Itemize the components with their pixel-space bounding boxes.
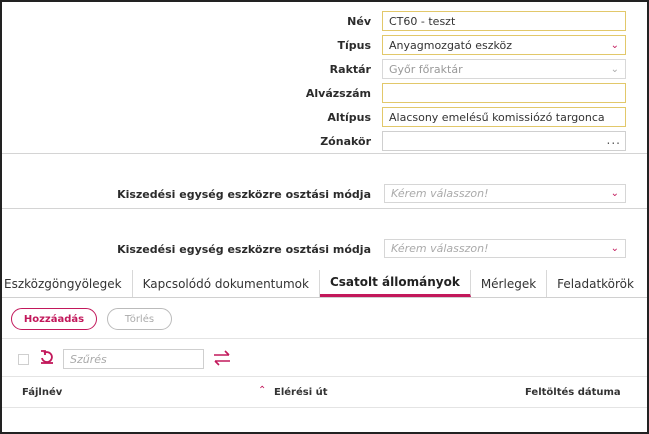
filter-input[interactable]: Szűrés [63, 349, 204, 369]
raktar-select: Győr főraktár ⌄ [382, 59, 626, 79]
column-header-eleresi-ut[interactable]: Elérési út [274, 387, 328, 398]
tipus-value: Anyagmozgató eszköz [389, 38, 512, 52]
delete-button[interactable]: Törlés [107, 308, 172, 330]
chevron-down-icon: ⌄ [610, 64, 619, 75]
add-button[interactable]: Hozzáadás [11, 308, 97, 330]
tab-merlegek[interactable]: Mérlegek [471, 270, 548, 297]
more-dots-icon[interactable]: ... [607, 133, 621, 147]
sort-asc-icon[interactable]: ⌃ [258, 385, 266, 396]
alvazszam-label: Alvázszám [305, 87, 371, 100]
kiszedesi-select-1[interactable]: Kérem válasszon! ⌄ [384, 184, 626, 203]
kiszedesi-placeholder-1: Kérem válasszon! [391, 187, 489, 200]
kiszedesi-placeholder-2: Kérem válasszon! [391, 242, 489, 255]
raktar-label: Raktár [329, 63, 371, 76]
chevron-down-icon: ⌄ [610, 243, 619, 254]
filter-placeholder: Szűrés [70, 352, 107, 366]
column-header-feltoltes-datuma[interactable]: Feltöltés dátuma [525, 387, 621, 398]
tab-bar: Eszközgöngyölegek Kapcsolódó dokumentumo… [2, 270, 647, 298]
tipus-label: Típus [337, 39, 371, 52]
table-header: Fájlnév ⌃ Elérési út Feltöltés dátuma [2, 376, 647, 408]
swap-icon[interactable] [212, 350, 232, 366]
kiszedesi-label-2: Kiszedési egység eszközre osztási módja [117, 243, 371, 256]
divider [2, 338, 647, 339]
altipus-field[interactable]: Alacsony emelésű komissiózó targonca [382, 107, 626, 127]
refresh-icon[interactable] [39, 349, 55, 365]
tab-eszkozgongyolegek[interactable]: Eszközgöngyölegek [2, 270, 133, 297]
kiszedesi-select-2[interactable]: Kérem válasszon! ⌄ [384, 239, 626, 258]
zonakor-field[interactable]: ... [382, 131, 626, 151]
column-header-fajlnev[interactable]: Fájlnév [22, 387, 62, 398]
nev-label: Név [347, 15, 371, 28]
nev-value: CT60 - teszt [389, 14, 456, 28]
tipus-select[interactable]: Anyagmozgató eszköz ⌄ [382, 35, 626, 55]
alvazszam-field[interactable] [382, 83, 626, 103]
zonakor-label: Zónakör [320, 135, 371, 148]
select-all-checkbox[interactable] [18, 354, 29, 365]
window-frame: Név CT60 - teszt Típus Anyagmozgató eszk… [0, 0, 649, 434]
tab-kapcsolodo-dokumentumok[interactable]: Kapcsolódó dokumentumok [133, 270, 320, 297]
chevron-down-icon: ⌄ [610, 40, 619, 51]
chevron-down-icon: ⌄ [610, 188, 619, 199]
divider [2, 208, 647, 209]
altipus-label: Altípus [327, 111, 371, 124]
nev-field[interactable]: CT60 - teszt [382, 11, 626, 31]
raktar-value: Győr főraktár [389, 62, 463, 76]
kiszedesi-label-1: Kiszedési egység eszközre osztási módja [117, 188, 371, 201]
divider [2, 153, 647, 154]
tab-feladatkorok[interactable]: Feladatkörök [547, 270, 644, 297]
altipus-value: Alacsony emelésű komissiózó targonca [389, 110, 605, 124]
tab-csatolt-allomanyok[interactable]: Csatolt állományok [319, 270, 471, 297]
